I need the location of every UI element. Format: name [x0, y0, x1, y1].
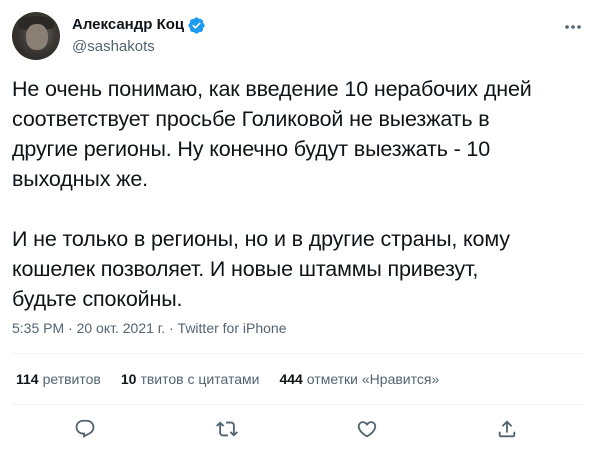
meta-separator: · [165, 320, 178, 336]
author-name-row[interactable]: Александр Коц [72, 15, 206, 35]
reply-icon[interactable] [70, 414, 100, 444]
author-name[interactable]: Александр Коц [72, 15, 184, 35]
quotes-label: твитов с цитатами [140, 371, 260, 387]
divider [12, 404, 584, 405]
reply-glyph [75, 419, 95, 438]
tweet-time[interactable]: 5:35 PM [12, 320, 64, 336]
retweets-stat[interactable]: 114 ретвитов [16, 369, 101, 389]
like-glyph [357, 421, 377, 438]
retweets-count: 114 [16, 371, 39, 387]
avatar[interactable] [12, 12, 60, 60]
likes-label: отметки «Нравится» [306, 371, 440, 387]
tweet-text: Не очень понимаю, как введение 10 нерабо… [12, 77, 532, 311]
more-dots-glyph [565, 25, 581, 29]
divider [12, 353, 584, 354]
verified-badge-icon [188, 16, 205, 34]
retweet-icon[interactable] [212, 414, 242, 444]
meta-separator: · [64, 320, 77, 336]
likes-stat[interactable]: 444 отметки «Нравится» [279, 369, 439, 389]
tweet-date[interactable]: 20 окт. 2021 г. [77, 320, 166, 336]
quotes-stat[interactable]: 10 твитов с цитатами [121, 369, 260, 389]
likes-count: 444 [279, 371, 303, 387]
tweet-actions [0, 414, 596, 444]
share-glyph [498, 420, 516, 438]
quotes-count: 10 [120, 371, 137, 387]
retweets-label: ретвитов [42, 371, 101, 387]
tweet-meta: 5:35 PM · 20 окт. 2021 г. · Twitter for … [12, 318, 286, 338]
tweet-source-link[interactable]: Twitter for iPhone [178, 320, 287, 336]
author-handle[interactable]: @sashakots [72, 37, 155, 57]
share-icon[interactable] [492, 414, 522, 444]
tweet-header: Александр Коц @sashakots [12, 12, 584, 62]
avatar-face-shape [26, 24, 48, 50]
like-icon[interactable] [352, 414, 382, 444]
tweet-stats: 114 ретвитов 10 твитов с цитатами 444 отмет… [16, 369, 459, 389]
retweet-glyph [216, 421, 238, 437]
more-icon[interactable] [562, 18, 584, 36]
